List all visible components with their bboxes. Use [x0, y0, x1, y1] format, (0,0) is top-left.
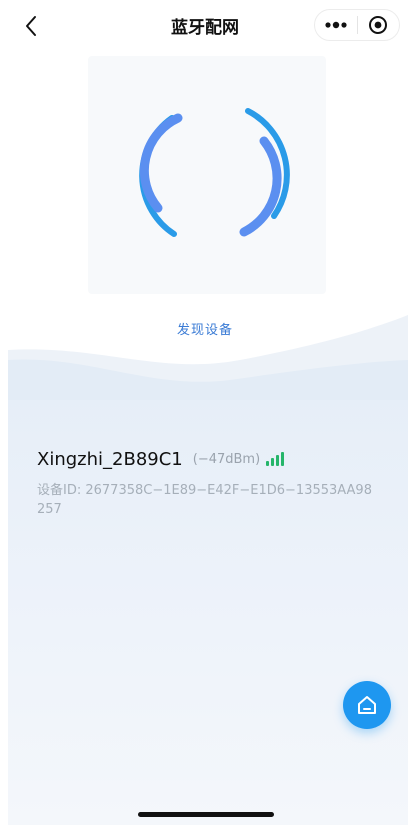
home-button[interactable]	[343, 681, 391, 729]
device-name: Xingzhi_2B89C1	[37, 448, 183, 470]
signal-bars-icon	[266, 452, 286, 466]
close-mini-program-button[interactable]	[358, 10, 400, 40]
nav-bar: 蓝牙配网	[0, 0, 410, 52]
device-list-item[interactable]: Xingzhi_2B89C1 (−47dBm) 设备ID: 2677358C−1…	[37, 448, 377, 519]
device-rssi: (−47dBm)	[192, 451, 261, 467]
wave-decoration	[8, 315, 408, 400]
more-dots-icon	[325, 21, 347, 29]
device-id-label: 设备ID:	[37, 483, 86, 498]
target-circle-icon	[369, 16, 388, 34]
home-icon	[358, 696, 376, 714]
bluetooth-pairing-screen: 蓝牙配网 发现设备 Xingzhi_2B89C1 (−47dBm) 设备ID: …	[0, 0, 410, 825]
device-id-value: 2677358C−1E89−E42F−E1D6−13553AA98257	[37, 483, 372, 517]
home-indicator	[138, 812, 274, 817]
device-id: 设备ID: 2677358C−1E89−E42F−E1D6−13553AA982…	[37, 481, 377, 519]
mini-program-capsule	[314, 9, 400, 41]
bluetooth-scan-arcs-icon	[139, 108, 290, 237]
device-header-row: Xingzhi_2B89C1 (−47dBm)	[37, 448, 377, 470]
more-button[interactable]	[315, 10, 357, 40]
